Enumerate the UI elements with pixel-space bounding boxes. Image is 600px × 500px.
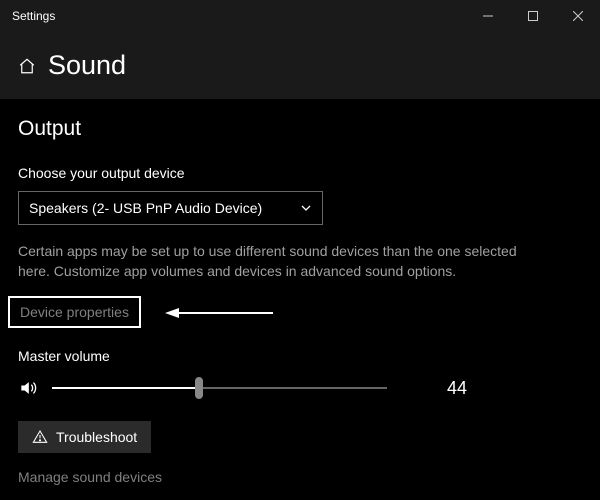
output-description: Certain apps may be set up to use differ… <box>18 241 538 282</box>
device-properties-highlight: Device properties <box>8 296 141 328</box>
master-volume-label: Master volume <box>18 348 582 364</box>
page-title: Sound <box>48 50 126 81</box>
home-icon[interactable] <box>18 57 36 75</box>
slider-thumb[interactable] <box>195 377 203 399</box>
selected-device-text: Speakers (2- USB PnP Audio Device) <box>29 200 262 216</box>
manage-sound-devices-link[interactable]: Manage sound devices <box>18 469 582 485</box>
titlebar: Settings <box>0 0 600 32</box>
chevron-down-icon <box>300 202 312 214</box>
warning-icon <box>32 429 48 445</box>
troubleshoot-label: Troubleshoot <box>56 429 137 445</box>
volume-value: 44 <box>447 378 467 399</box>
maximize-button[interactable] <box>510 0 555 32</box>
volume-control-row: 44 <box>18 378 582 399</box>
window-controls <box>465 0 600 32</box>
output-device-select[interactable]: Speakers (2- USB PnP Audio Device) <box>18 191 323 225</box>
troubleshoot-button[interactable]: Troubleshoot <box>18 421 151 453</box>
device-properties-link[interactable]: Device properties <box>20 304 129 320</box>
slider-track <box>52 387 387 389</box>
minimize-button[interactable] <box>465 0 510 32</box>
window-title: Settings <box>12 9 55 23</box>
output-heading: Output <box>18 117 582 141</box>
slider-fill <box>52 387 199 389</box>
close-button[interactable] <box>555 0 600 32</box>
choose-device-label: Choose your output device <box>18 165 582 181</box>
content-area: Output Choose your output device Speaker… <box>0 99 600 485</box>
master-volume-slider[interactable] <box>52 378 387 398</box>
page-header: Sound <box>0 32 600 99</box>
speaker-icon[interactable] <box>18 378 38 398</box>
arrow-annotation-icon <box>165 306 275 320</box>
